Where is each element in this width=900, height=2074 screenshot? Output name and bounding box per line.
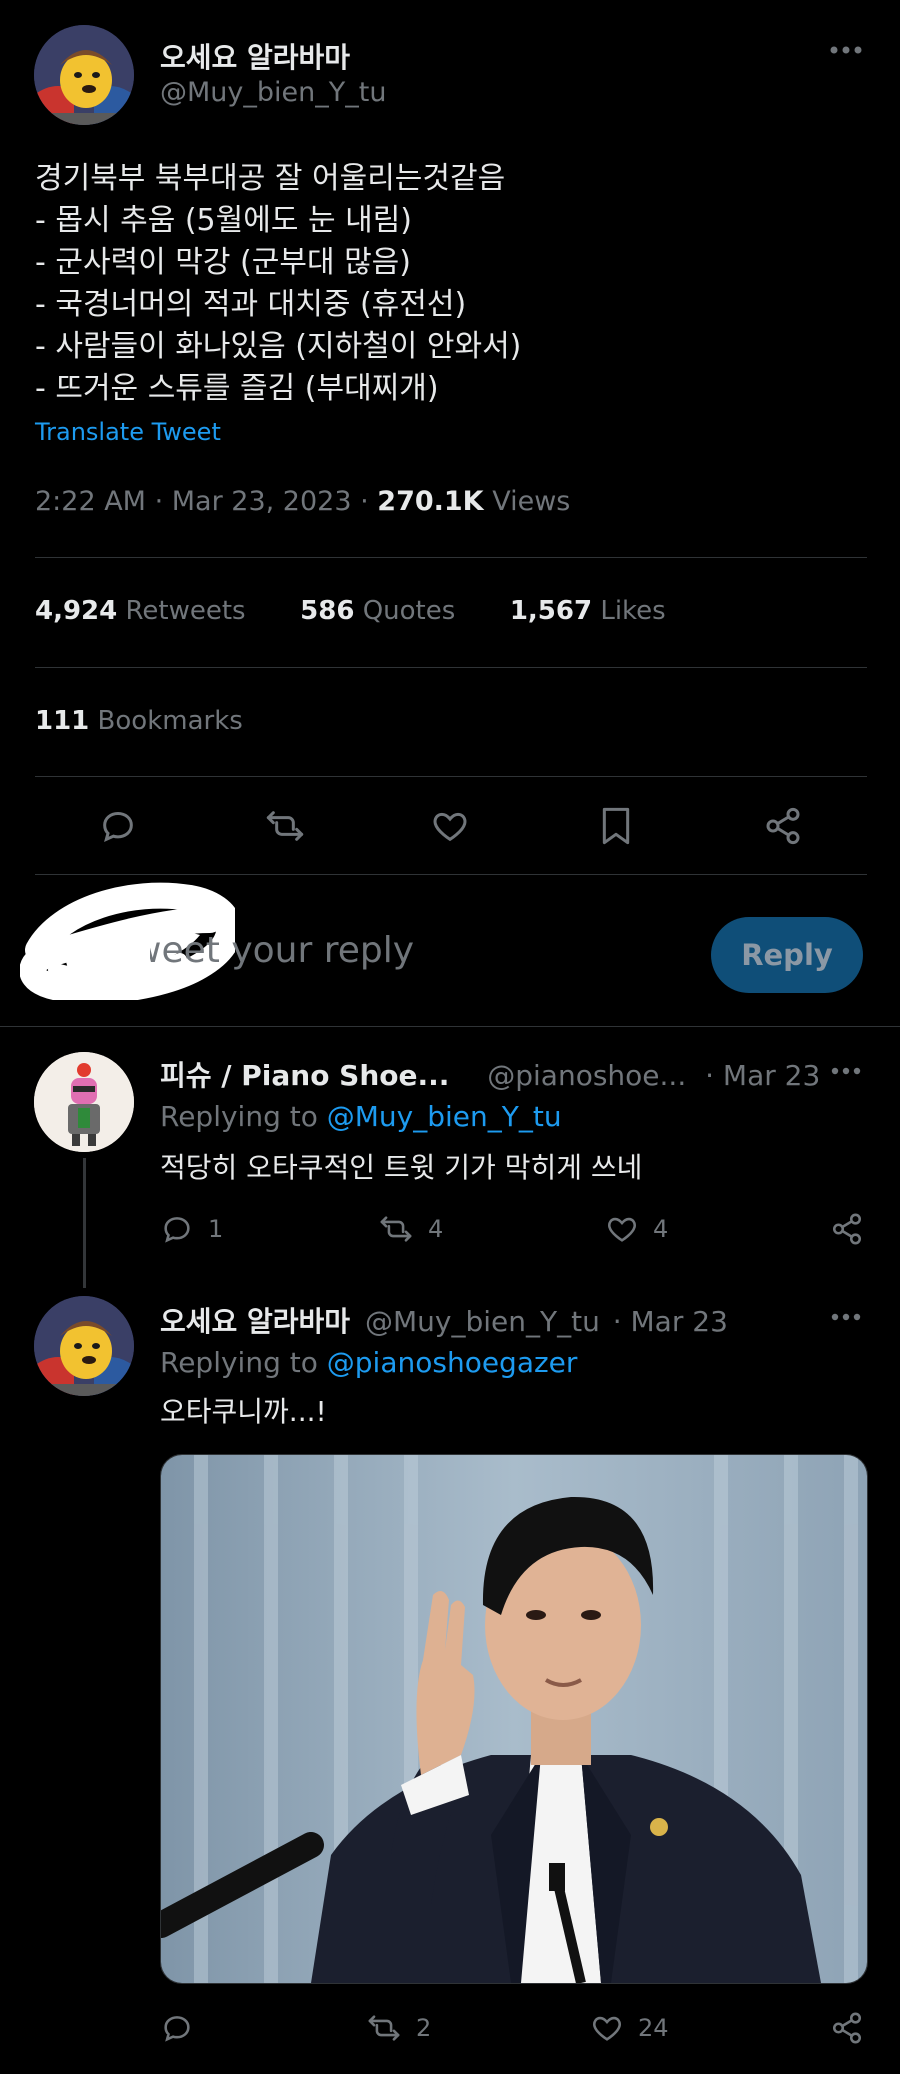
avatar[interactable] [34,1052,134,1152]
replying-to-label: Replying to [160,1346,318,1379]
share-icon[interactable] [830,2011,864,2045]
tweet-timestamp: 2:22 AM · Mar 23, 2023 · 270.1K Views [35,486,571,517]
handle[interactable]: @Muy_bien_Y_tu [160,77,386,108]
tweet-text-line: - 몹시 추움 (5월에도 눈 내림) [35,203,413,238]
bookmarks-count: 111 [35,706,90,736]
like-action[interactable]: 24 [590,2011,669,2045]
thread-line [83,1158,86,1288]
reply-button[interactable]: Reply [711,917,863,993]
reply-action[interactable] [160,2011,208,2045]
retweets-label: Retweets [125,596,246,626]
tweet-text: 경기북부 북부대공 잘 어울리는것같음 - 몹시 추움 (5월에도 눈 내림) … [35,158,521,410]
reply-header: 피슈 / Piano Shoe... @pianoshoe... · Mar 2… [160,1054,820,1094]
tweet-text-line: - 군사력이 막강 (군부대 많음) [35,245,411,280]
translate-tweet-link[interactable]: Translate Tweet [35,418,221,446]
reply-date[interactable]: · Mar 23 [613,1305,728,1338]
bookmark-icon[interactable] [598,806,634,846]
reply-icon[interactable] [98,806,138,846]
reply-header: 오세요 알라바마 @Muy_bien_Y_tu · Mar 23 [160,1300,728,1340]
bookmarks-label: Bookmarks [97,706,243,736]
more-icon[interactable] [828,44,864,56]
tweet-date[interactable]: Mar 23, 2023 [172,486,352,517]
retweets-stat[interactable]: 4,924 Retweets [35,596,246,626]
quotes-count: 586 [300,596,355,626]
tweet-text-line: 경기북부 북부대공 잘 어울리는것같음 [35,161,506,196]
tweet-text-line: - 사람들이 화나있음 (지하철이 안와서) [35,329,522,364]
share-icon[interactable] [830,1212,864,1246]
divider [35,557,867,558]
like-action[interactable]: 4 [605,1212,668,1246]
reply-input-placeholder: Tweet your reply [150,930,415,971]
reply-icon [160,2011,194,2045]
reply-handle[interactable]: @pianoshoe... [487,1059,686,1092]
reply-text: 적당히 오타쿠적인 트윗 기가 막히게 쓰네 [160,1151,643,1184]
retweet-count: 4 [428,1215,444,1243]
quotes-label: Quotes [362,596,456,626]
reply-icon [160,1212,194,1246]
divider [35,776,867,777]
share-icon[interactable] [763,806,803,846]
like-icon[interactable] [430,806,470,846]
reply-count: 1 [208,1215,224,1243]
retweet-action[interactable]: 4 [378,1212,443,1246]
tweet-text-line: - 국경너머의 적과 대치중 (휴전선) [35,287,467,322]
replying-to-label: Replying to [160,1100,318,1133]
divider [35,874,867,875]
quotes-stat[interactable]: 586 Quotes [300,596,455,626]
replying-to-handle[interactable]: @pianoshoegazer [327,1346,578,1379]
reply-input[interactable]: Tweet your reply [150,930,540,980]
like-icon [590,2011,624,2045]
avatar[interactable] [34,25,134,125]
display-name[interactable]: 오세요 알라바마 [160,36,350,76]
retweet-action[interactable]: 2 [366,2011,431,2045]
reply-display-name[interactable]: 오세요 알라바마 [160,1305,350,1338]
like-count: 24 [638,2014,669,2042]
retweet-icon [366,2011,402,2045]
reply-handle[interactable]: @Muy_bien_Y_tu [365,1305,600,1338]
replying-to: Replying to @Muy_bien_Y_tu [160,1100,562,1133]
tweet-photo[interactable] [160,1454,868,1984]
retweet-icon[interactable] [264,806,306,846]
like-count: 4 [653,1215,669,1243]
tweet-text-line: - 뜨거운 스튜를 즐김 (부대찌개) [35,371,439,406]
reply-display-name[interactable]: 피슈 / Piano Shoe... [160,1059,449,1092]
avatar[interactable] [34,1296,134,1396]
retweet-icon [378,1212,414,1246]
reply-action[interactable]: 1 [160,1212,223,1246]
views-count: 270.1K [377,486,484,517]
retweet-count: 2 [416,2014,432,2042]
likes-stat[interactable]: 1,567 Likes [510,596,666,626]
likes-count: 1,567 [509,596,593,626]
divider [35,667,867,668]
stats-row: 4,924 Retweets 586 Quotes 1,567 Likes [35,596,666,626]
replying-to-handle[interactable]: @Muy_bien_Y_tu [327,1100,562,1133]
tweet-time[interactable]: 2:22 AM [35,486,146,517]
views-label: Views [492,486,571,517]
like-icon [605,1212,639,1246]
divider [0,1026,900,1027]
reply-date[interactable]: · Mar 23 [705,1059,820,1092]
bookmarks-stat[interactable]: 111 Bookmarks [35,706,243,736]
more-icon[interactable] [830,1066,862,1076]
replying-to: Replying to @pianoshoegazer [160,1346,577,1379]
retweets-count: 4,924 [35,596,118,626]
reply-text: 오타쿠니까...! [160,1395,327,1428]
likes-label: Likes [600,596,666,626]
more-icon[interactable] [830,1312,862,1322]
